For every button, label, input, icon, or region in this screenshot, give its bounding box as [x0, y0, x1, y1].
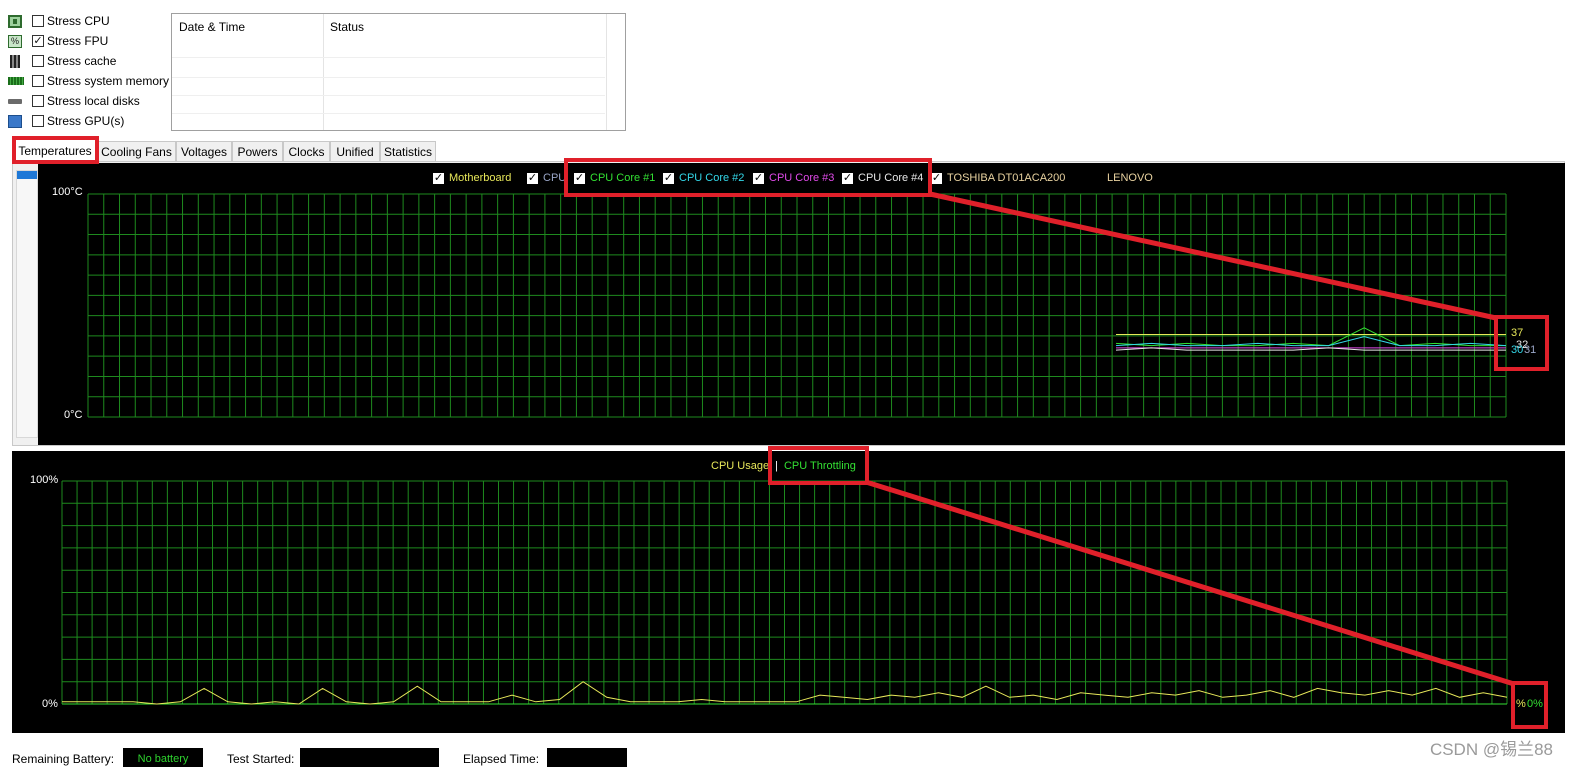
stress-disks-checkbox[interactable]	[32, 95, 44, 107]
annotation-box-throttling-value	[1511, 681, 1548, 729]
status-table[interactable]: Date & Time Status	[171, 13, 626, 131]
stress-memory-checkbox[interactable]	[32, 75, 44, 87]
column-header-date-time[interactable]: Date & Time	[172, 14, 323, 40]
tab-cooling-fans[interactable]: Cooling Fans	[97, 141, 176, 161]
annotation-box-cpu-cores-legend	[564, 158, 932, 197]
legend-cpu-usage-label: CPU Usage	[711, 460, 770, 472]
temperature-y-min-label: 0°C	[64, 409, 83, 421]
cache-icon	[10, 54, 20, 68]
stress-gpu-label: Stress GPU(s)	[47, 114, 125, 128]
tab-voltages[interactable]: Voltages	[176, 141, 232, 161]
stress-cache-label: Stress cache	[47, 54, 117, 68]
legend-cpu-label: CPU	[543, 172, 567, 184]
column-divider	[606, 14, 607, 130]
stress-fpu-checkbox[interactable]	[32, 35, 44, 47]
annotation-box-temperature-values	[1494, 315, 1549, 371]
cpu-usage-graph: CPU Usage | CPU Throttling 100% 0% % 0%	[12, 451, 1565, 733]
cpu-usage-graph-canvas	[61, 480, 1508, 705]
temperature-series-line	[1115, 327, 1506, 347]
legend-cpu[interactable]: CPU	[527, 171, 566, 185]
table-row-divider	[172, 113, 605, 114]
legend-toshiba[interactable]: TOSHIBA DT01ACA200	[931, 171, 1065, 185]
usage-y-min-label: 0%	[42, 698, 58, 710]
tab-statistics[interactable]: Statistics	[380, 141, 436, 161]
remaining-battery-value: No battery	[123, 748, 203, 767]
legend-motherboard[interactable]: Motherboard	[433, 171, 511, 185]
legend-motherboard-checkbox[interactable]	[433, 172, 444, 184]
memory-icon	[8, 77, 24, 85]
stress-cpu-option[interactable]: Stress CPU	[8, 12, 110, 30]
stress-fpu-option[interactable]: % Stress FPU	[8, 32, 108, 50]
legend-lenovo-label: LENOVO	[1107, 172, 1153, 184]
stress-gpu-checkbox[interactable]	[32, 115, 44, 127]
legend-toshiba-checkbox[interactable]	[931, 172, 942, 184]
table-row-divider	[172, 57, 605, 58]
disk-icon	[8, 98, 22, 104]
legend-motherboard-label: Motherboard	[449, 172, 512, 184]
tab-powers[interactable]: Powers	[232, 141, 283, 161]
annotation-box-cpu-throttling-legend	[768, 446, 869, 485]
table-row-divider	[172, 77, 605, 78]
sensor-scrollbar[interactable]	[16, 170, 38, 438]
annotation-box-temperatures-tab	[12, 136, 99, 164]
scrollbar-thumb[interactable]	[17, 171, 37, 179]
stress-cache-option[interactable]: Stress cache	[8, 52, 116, 70]
table-row-divider	[172, 95, 605, 96]
legend-lenovo[interactable]: LENOVO	[1107, 171, 1153, 185]
legend-cpu-checkbox[interactable]	[527, 172, 538, 184]
elapsed-time-value	[547, 748, 627, 767]
stress-fpu-label: Stress FPU	[47, 34, 109, 48]
stress-gpu-option[interactable]: Stress GPU(s)	[8, 112, 124, 130]
stress-cache-checkbox[interactable]	[32, 55, 44, 67]
tab-unified[interactable]: Unified	[330, 141, 380, 161]
usage-y-max-label: 100%	[30, 474, 59, 486]
test-started-value	[300, 748, 439, 767]
temperature-graph: Motherboard CPU CPU Core #1 CPU Core #2 …	[38, 163, 1565, 445]
stress-disks-label: Stress local disks	[47, 94, 140, 108]
temperature-y-max-label: 100°C	[52, 186, 83, 198]
stress-cpu-label: Stress CPU	[47, 14, 110, 28]
stress-memory-option[interactable]: Stress system memory	[8, 72, 169, 90]
cpu-icon	[8, 14, 22, 28]
stress-memory-label: Stress system memory	[47, 74, 170, 88]
stress-disks-option[interactable]: Stress local disks	[8, 92, 140, 110]
elapsed-time-label: Elapsed Time:	[463, 752, 540, 766]
legend-toshiba-label: TOSHIBA DT01ACA200	[947, 172, 1066, 184]
temperature-graph-canvas	[87, 193, 1507, 418]
gpu-icon	[8, 114, 22, 128]
stress-cpu-checkbox[interactable]	[32, 15, 44, 27]
test-started-label: Test Started:	[227, 752, 295, 766]
remaining-battery-label: Remaining Battery:	[12, 752, 115, 766]
tab-clocks[interactable]: Clocks	[283, 141, 330, 161]
watermark: CSDN @锡兰88	[1429, 740, 1553, 759]
column-header-status[interactable]: Status	[323, 14, 607, 40]
fpu-icon: %	[8, 34, 22, 48]
